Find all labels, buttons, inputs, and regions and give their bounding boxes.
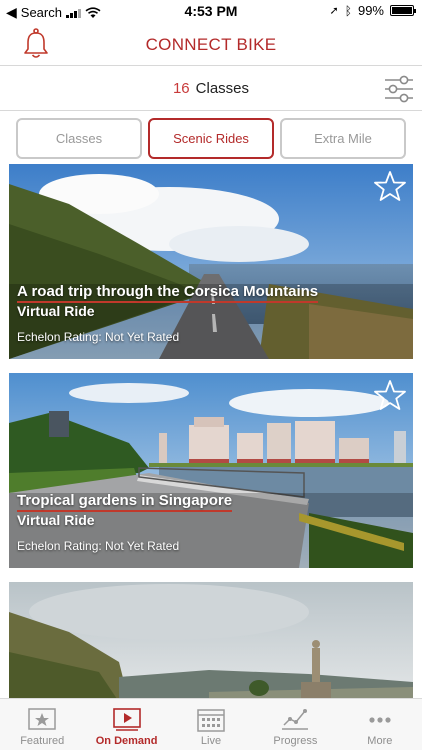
tab-label: On Demand xyxy=(95,735,158,747)
app-title: CONNECT BIKE xyxy=(145,35,277,54)
tab-label: Featured xyxy=(20,735,65,747)
bluetooth-icon: ᛒ xyxy=(344,3,352,18)
location-icon: ➚ xyxy=(329,5,339,17)
class-count-bar: 16 Classes xyxy=(0,67,422,111)
tab-featured[interactable]: Featured xyxy=(0,699,84,750)
class-count-number: 16 xyxy=(172,80,190,97)
class-count: 16 Classes xyxy=(0,80,422,97)
card-title: Tropical gardens in Singapore xyxy=(17,492,233,512)
app-header: CONNECT BIKE xyxy=(0,22,422,66)
class-card-singapore[interactable]: Tropical gardens in Singapore Virtual Ri… xyxy=(9,373,413,568)
tab-label: Live xyxy=(200,735,222,747)
card-title: A road trip through the Corsica Mountain… xyxy=(17,283,319,303)
segment-classes[interactable]: Classes xyxy=(16,118,142,159)
card-subtitle: Virtual Ride xyxy=(17,512,95,528)
sliders-icon[interactable] xyxy=(384,73,414,105)
class-card-third[interactable] xyxy=(9,582,413,702)
featured-star-icon xyxy=(28,708,56,730)
favorite-star-icon[interactable] xyxy=(373,379,407,411)
tab-more[interactable]: More xyxy=(338,699,422,750)
category-segments: Classes Scenic Rides Extra Mile xyxy=(16,118,406,159)
card-rating: Echelon Rating: Not Yet Rated xyxy=(17,330,180,344)
more-dots-icon xyxy=(369,717,391,723)
status-right: ➚ ᛒ 99% xyxy=(329,3,416,18)
battery-percent: 99% xyxy=(357,3,384,18)
segment-extra-mile[interactable]: Extra Mile xyxy=(280,118,406,159)
video-play-icon xyxy=(112,708,141,731)
tab-progress[interactable]: Progress xyxy=(253,699,337,750)
calendar-icon xyxy=(197,709,225,732)
status-bar: ◀ Search 4:53 PM ➚ ᛒ 99% xyxy=(0,0,422,22)
card-rating: Echelon Rating: Not Yet Rated xyxy=(17,539,180,553)
segment-scenic-rides[interactable]: Scenic Rides xyxy=(148,118,274,159)
class-count-label: Classes xyxy=(195,80,250,97)
card-subtitle: Virtual Ride xyxy=(17,303,95,319)
tab-live[interactable]: Live xyxy=(169,699,253,750)
favorite-star-icon[interactable] xyxy=(373,170,407,202)
tab-on-demand[interactable]: On Demand xyxy=(84,699,168,750)
class-card-corsica[interactable]: A road trip through the Corsica Mountain… xyxy=(9,164,413,359)
battery-icon xyxy=(390,5,416,16)
tab-label: More xyxy=(367,735,393,747)
tab-label: Progress xyxy=(273,735,318,747)
card-image-coast-statue xyxy=(9,582,413,702)
tab-bar: Featured On Demand Live Progress More xyxy=(0,698,422,750)
chart-icon xyxy=(282,709,309,730)
